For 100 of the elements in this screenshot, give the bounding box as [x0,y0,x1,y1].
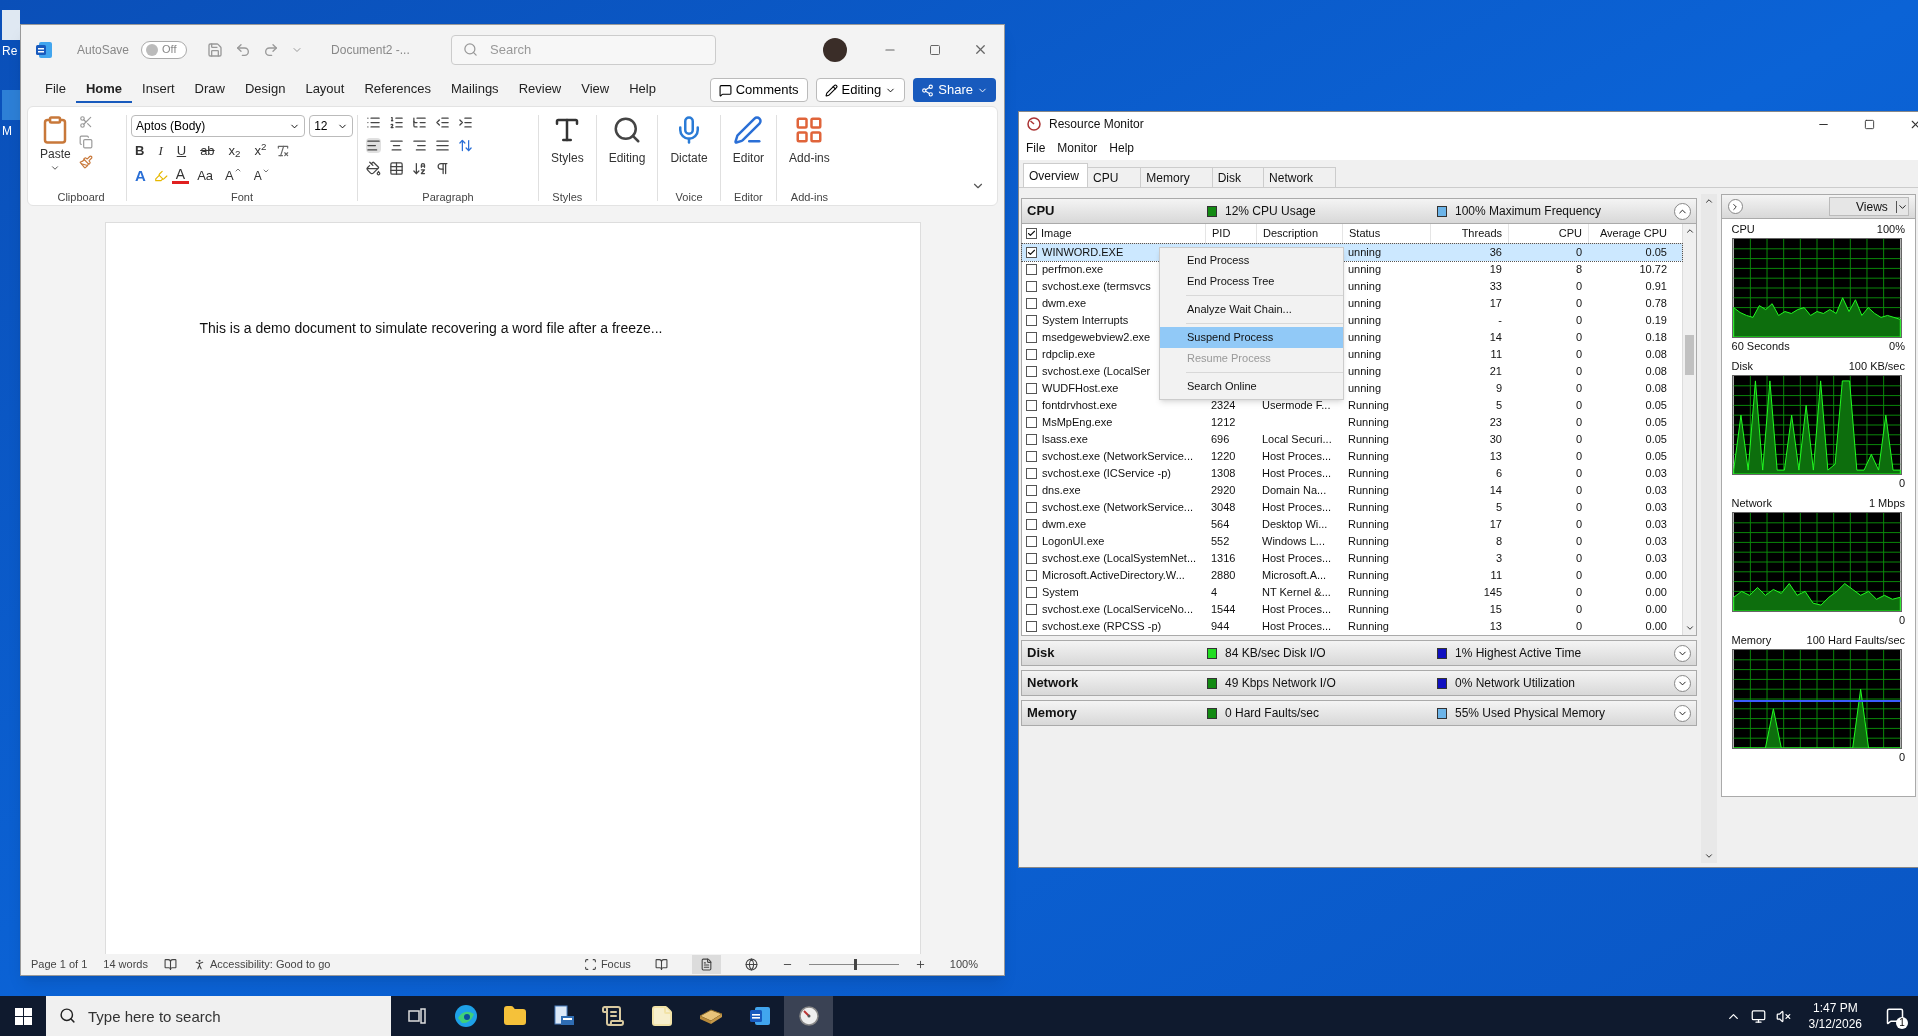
grow-font-button[interactable]: A [221,166,246,186]
taskbar-app[interactable] [784,996,833,1036]
checkbox[interactable] [1026,315,1037,326]
shading-icon[interactable] [366,161,381,176]
menu-item[interactable]: Analyze Wait Chain... [1160,299,1343,320]
scroll-up-icon[interactable] [1703,196,1714,206]
align-center-icon[interactable] [389,138,404,153]
expand-icon[interactable] [1674,644,1691,662]
scroll-up-icon[interactable] [1684,226,1695,236]
line-spacing-icon[interactable] [458,138,473,153]
text-effects-button[interactable]: A [131,164,150,187]
save-icon[interactable] [207,41,224,58]
format-button[interactable]: x$^{2}$ [250,141,271,161]
menu-item[interactable]: Suspend Process [1160,327,1343,348]
scroll-thumb[interactable] [1685,334,1694,375]
checkbox[interactable] [1026,349,1037,360]
share-button[interactable]: Share [913,78,996,102]
ribbon-tab[interactable]: View [571,77,620,103]
search-field[interactable]: Search [451,34,717,65]
scroll-down-icon[interactable] [1684,623,1695,633]
multilevel-list-icon[interactable] [412,115,427,130]
format-button[interactable]: x$_{2}$ [224,141,245,161]
checkbox[interactable] [1026,383,1037,394]
ribbon-tab[interactable]: Layout [295,77,355,103]
format-button[interactable]: U [172,141,191,161]
tab[interactable]: Memory [1140,167,1213,187]
checkbox[interactable] [1026,536,1037,547]
zoom-in-icon[interactable] [914,959,926,970]
taskbar-search-field[interactable]: Type here to search [46,996,391,1036]
ribbon-tab[interactable]: Design [234,77,296,103]
format-button[interactable]: B [131,141,149,161]
copy-icon[interactable] [78,135,93,149]
justify-icon[interactable] [435,138,450,153]
network-icon[interactable] [1750,1008,1766,1024]
cut-icon[interactable] [78,115,93,129]
tab[interactable]: Network [1263,167,1337,187]
comments-button[interactable]: Comments [709,78,808,102]
checkbox[interactable] [1026,298,1037,309]
align-left-icon[interactable] [366,138,381,153]
checkbox[interactable] [1026,281,1037,292]
section-header[interactable]: Network 49 Kbps Network I/O 0% Network Utilization [1021,670,1697,696]
ribbon-button[interactable]: Editor [720,111,777,175]
tab[interactable]: Overview [1023,163,1088,187]
scrollbar[interactable] [1701,194,1717,863]
checkbox[interactable] [1026,264,1037,275]
borders-icon[interactable] [389,161,404,176]
font-size-field[interactable]: 12 [309,115,353,137]
checkbox[interactable] [1026,400,1037,411]
expand-icon[interactable] [1674,674,1691,692]
ribbon-tab[interactable]: Insert [132,77,185,103]
increase-indent-icon[interactable] [458,115,473,130]
menu-item[interactable]: Help [1109,139,1135,157]
checkbox[interactable] [1026,451,1037,462]
checkbox[interactable] [1026,553,1037,564]
zoom-slider[interactable] [808,958,899,971]
section-header[interactable]: CPU 12% CPU Usage 100% Maximum Frequency [1021,198,1697,224]
format-button[interactable]: ab [196,141,219,161]
paste-button[interactable]: Paste [36,111,75,189]
checkbox[interactable] [1026,502,1037,513]
checkbox[interactable] [1026,332,1037,343]
checkbox[interactable] [1026,417,1037,428]
checkbox[interactable] [1026,228,1037,239]
checkbox[interactable] [1026,434,1037,445]
ribbon-button[interactable]: Dictate [658,111,720,175]
checkbox[interactable] [1026,604,1037,615]
section-header[interactable]: Disk 84 KB/sec Disk I/O 1% Highest Active Time [1021,640,1697,666]
editing-mode-button[interactable]: Editing [815,78,906,102]
sort-icon[interactable] [412,161,427,176]
ribbon-tab[interactable]: Mailings [440,77,509,103]
muted-speaker-icon[interactable] [1775,1008,1791,1024]
bullets-icon[interactable] [366,115,381,130]
ribbon-button[interactable]: Styles [539,111,596,175]
format-button[interactable]: I [154,141,167,161]
expand-panel-icon[interactable] [1727,199,1743,214]
expand-icon[interactable] [1674,704,1691,722]
checkbox[interactable] [1026,570,1037,581]
ribbon-tab[interactable]: Help [619,77,666,103]
format-painter-icon[interactable] [78,155,93,169]
checkbox[interactable] [1026,519,1037,530]
ribbon-tab[interactable]: Draw [184,77,235,103]
maximize-icon[interactable] [1864,118,1875,130]
proofing-icon[interactable] [163,958,177,971]
ribbon-tab[interactable]: Home [75,77,133,103]
ribbon-button[interactable]: Editing [596,111,658,175]
menu-item[interactable]: Search Online [1160,376,1343,397]
numbering-icon[interactable] [389,115,404,130]
checkbox[interactable] [1026,587,1037,598]
notifications-button[interactable]: 1 [1880,1001,1910,1031]
ribbon-tab[interactable]: File [35,77,76,103]
ribbon-tab[interactable]: References [354,77,441,103]
scrollbar[interactable] [1682,224,1696,635]
change-case-button[interactable]: Aa [193,166,218,186]
print-layout-button[interactable] [691,955,721,974]
menu-item[interactable]: File [1026,139,1046,157]
menu-item[interactable]: End Process Tree [1160,271,1343,292]
ribbon-button[interactable]: Add-ins [777,111,842,175]
maximize-icon[interactable] [929,43,941,56]
checkbox[interactable] [1026,468,1037,479]
font-name-field[interactable]: Aptos (Body) [131,115,306,137]
scroll-down-icon[interactable] [1703,851,1714,861]
